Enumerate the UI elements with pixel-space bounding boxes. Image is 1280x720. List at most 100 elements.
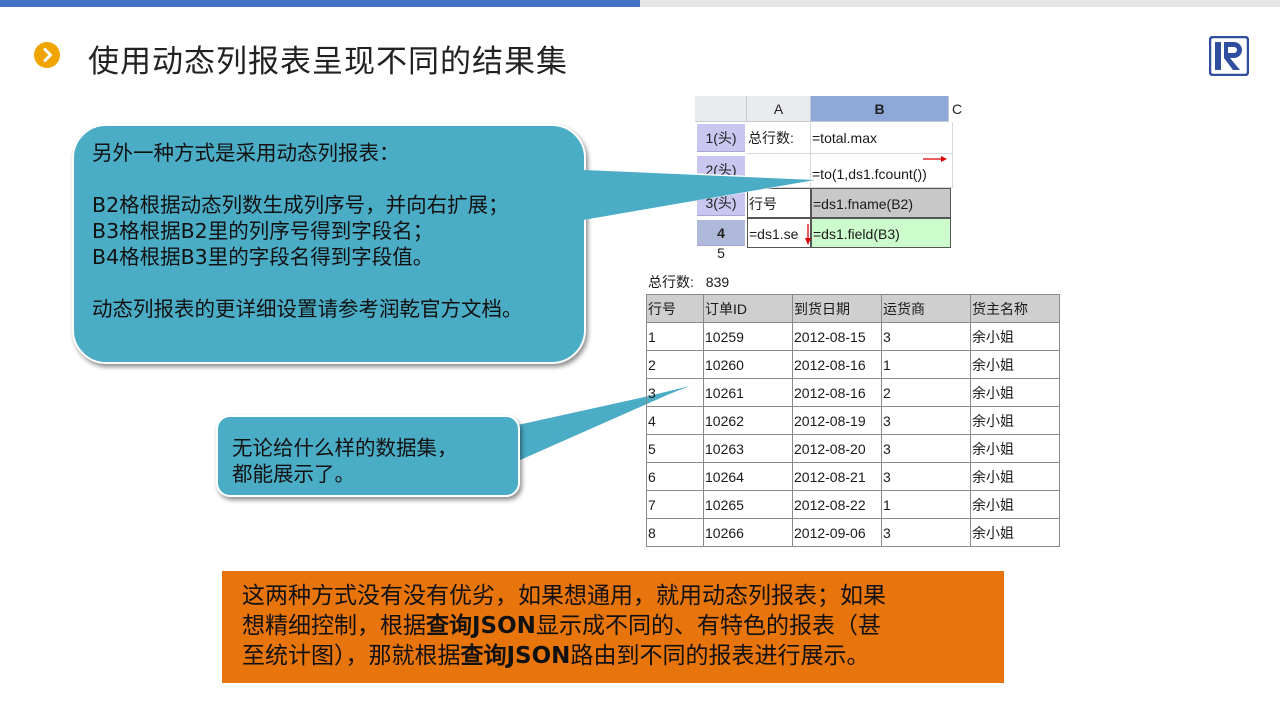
table-row: 8 10266 2012-09-06 3 余小姐 (646, 518, 1060, 547)
table-cell: 3 (881, 434, 971, 463)
table-cell: 10260 (703, 350, 793, 379)
callout-line: B2格根据动态列数生成列序号，并向右扩展； (92, 193, 509, 217)
callout-line: 动态列报表的更详细设置请参考润乾官方文档。 (92, 297, 523, 321)
table-cell: 余小姐 (970, 350, 1060, 379)
table-cell: 8 (646, 518, 704, 547)
column-header-c[interactable]: C (949, 96, 965, 122)
table-cell: 2012-08-16 (792, 378, 882, 407)
table-row: 3 10261 2012-08-16 2 余小姐 (646, 378, 1060, 407)
callout-line: 都能展示了。 (232, 462, 355, 486)
note-text: 至统计图），那就根据 (242, 643, 461, 669)
table-cell: 3 (881, 322, 971, 351)
table-cell: 2012-08-15 (792, 322, 882, 351)
row-header-3[interactable]: 3(头) (697, 190, 745, 216)
table-cell: 余小姐 (970, 322, 1060, 351)
table-cell: 7 (646, 490, 704, 519)
table-cell: 10264 (703, 462, 793, 491)
total-rows-summary: 总行数: 839 (648, 272, 729, 292)
table-row: 1 10259 2012-08-15 3 余小姐 (646, 322, 1060, 351)
cell-b3[interactable]: =ds1.fname(B2) (811, 188, 951, 218)
table-cell: 余小姐 (970, 378, 1060, 407)
table-cell: 10263 (703, 434, 793, 463)
cell-b4[interactable]: =ds1.field(B3) (811, 218, 951, 248)
cell-a3[interactable]: 行号 (747, 188, 811, 218)
table-cell: 1 (881, 350, 971, 379)
note-emphasis: 查询JSON (426, 613, 536, 639)
table-cell: 10265 (703, 490, 793, 519)
note-emphasis: 查询JSON (460, 643, 571, 669)
table-cell: 余小姐 (970, 490, 1060, 519)
note-text: 路由到不同的报表进行展示。 (570, 643, 870, 669)
note-line-3: 至统计图），那就根据查询JSON路由到不同的报表进行展示。 (242, 641, 1004, 671)
table-cell: 10266 (703, 518, 793, 547)
table-cell: 10259 (703, 322, 793, 351)
cell-a2[interactable] (747, 154, 811, 188)
result-table: 行号 订单ID 到货日期 运货商 货主名称 1 10259 2012-08-15 3 余… (646, 294, 1060, 575)
table-cell: 3 (646, 378, 704, 407)
note-text: 想精细控制，根据 (242, 613, 426, 639)
table-cell: 2012-09-06 (792, 518, 882, 547)
table-cell: 10262 (703, 406, 793, 435)
note-line-1: 这两种方式没有没有优劣，如果想通用，就用动态列报表；如果 (242, 583, 886, 609)
column-header: 行号 (646, 294, 704, 323)
page-title: 使用动态列报表呈现不同的结果集 (88, 44, 568, 80)
table-row: 7 10265 2012-08-22 1 余小姐 (646, 490, 1060, 519)
table-cell: 余小姐 (970, 518, 1060, 547)
table-row: 6 10264 2012-08-21 3 余小姐 (646, 462, 1060, 491)
table-cell: 2012-08-22 (792, 490, 882, 519)
summary-note: 这两种方式没有没有优劣，如果想通用，就用动态列报表；如果 想精细控制，根据查询J… (222, 571, 1004, 683)
row-header-2[interactable]: 2(头) (697, 156, 745, 184)
table-cell: 4 (646, 406, 704, 435)
row-header-1[interactable]: 1(头) (697, 124, 745, 152)
table-cell: 3 (881, 518, 971, 547)
cell-b1[interactable]: =total.max (811, 122, 953, 154)
top-accent-bar (0, 0, 640, 7)
table-cell: 1 (646, 322, 704, 351)
column-header-a[interactable]: A (747, 96, 811, 122)
cell-a4[interactable]: =ds1.se (747, 218, 811, 248)
table-cell: 余小姐 (970, 462, 1060, 491)
table-cell: 2012-08-21 (792, 462, 882, 491)
column-header: 货主名称 (970, 294, 1060, 323)
callout-line: B4格根据B3里的字段名得到字段值。 (92, 245, 434, 269)
table-cell: 余小姐 (970, 434, 1060, 463)
total-rows-label: 总行数: (648, 274, 694, 290)
table-cell: 2 (881, 378, 971, 407)
callout-line: B3格根据B2里的列序号得到字段名； (92, 219, 434, 243)
table-cell: 2 (646, 350, 704, 379)
table-cell: 2012-08-19 (792, 406, 882, 435)
callout-line: 无论给什么样的数据集， (232, 436, 458, 460)
table-cell: 1 (881, 490, 971, 519)
table-cell: 2012-08-16 (792, 350, 882, 379)
dataset-callout: 无论给什么样的数据集， 都能展示了。 (216, 415, 520, 497)
column-header: 到货日期 (792, 294, 882, 323)
column-header: 订单ID (703, 294, 793, 323)
table-cell: 2012-08-20 (792, 434, 882, 463)
table-row: 2 10260 2012-08-16 1 余小姐 (646, 350, 1060, 379)
table-cell: 3 (881, 406, 971, 435)
column-header-b[interactable]: B (811, 96, 949, 122)
note-line-2: 想精细控制，根据查询JSON显示成不同的、有特色的报表（甚 (242, 611, 1004, 641)
extend-down-arrow-icon (805, 224, 811, 245)
table-cell: 6 (646, 462, 704, 491)
table-cell: 余小姐 (970, 406, 1060, 435)
table-header-row: 行号 订单ID 到货日期 运货商 货主名称 (646, 294, 1060, 323)
table-cell: 5 (646, 434, 704, 463)
explanation-callout: 另外一种方式是采用动态列报表： B2格根据动态列数生成列序号，并向右扩展； B3… (72, 124, 586, 364)
chevron-right-icon (34, 42, 60, 68)
extend-right-arrow-icon (923, 156, 947, 162)
report-designer-grid: A B C 1(头) 总行数: =total.max 2(头) =to(1,ds… (695, 82, 965, 260)
row-header-4[interactable]: 4 (697, 220, 745, 246)
note-text: 显示成不同的、有特色的报表（甚 (535, 613, 881, 639)
brand-logo-icon (1208, 35, 1250, 77)
table-row: 5 10263 2012-08-20 3 余小姐 (646, 434, 1060, 463)
top-gray-bar (640, 0, 1280, 7)
cell-a1[interactable]: 总行数: (747, 122, 811, 154)
row-header-5[interactable]: 5 (697, 246, 745, 260)
table-cell: 10261 (703, 378, 793, 407)
column-header: 运货商 (881, 294, 971, 323)
total-rows-value: 839 (705, 274, 730, 290)
callout-line: 另外一种方式是采用动态列报表： (92, 141, 400, 165)
corner-header (695, 96, 747, 122)
table-row: 4 10262 2012-08-19 3 余小姐 (646, 406, 1060, 435)
